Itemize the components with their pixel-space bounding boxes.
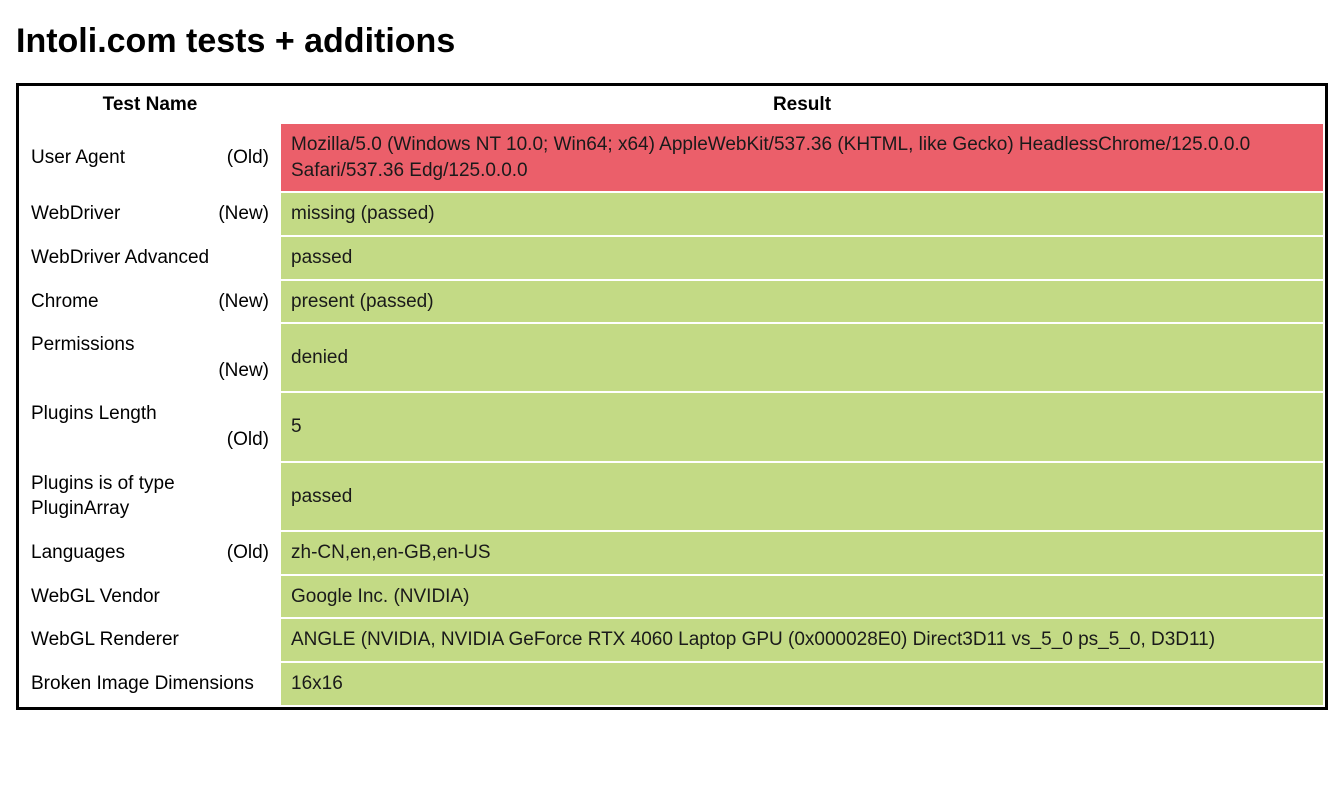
- test-name: WebGL Vendor: [31, 584, 269, 610]
- test-name-cell: Chrome(New): [21, 281, 279, 323]
- test-result-cell: ANGLE (NVIDIA, NVIDIA GeForce RTX 4060 L…: [281, 619, 1323, 661]
- test-name: User Agent: [31, 145, 221, 171]
- table-row: WebDriver Advanced passed: [21, 237, 1323, 279]
- tests-table: Test Name Result User Agent(Old)Mozilla/…: [16, 83, 1328, 710]
- test-name-cell: WebGL Renderer: [21, 619, 279, 661]
- test-tag: (Old): [227, 145, 269, 171]
- test-name: Chrome: [31, 289, 212, 315]
- table-row: Chrome(New)present (passed): [21, 281, 1323, 323]
- test-name-cell: Broken Image Dimensions: [21, 663, 279, 705]
- table-row: WebGL Vendor Google Inc. (NVIDIA): [21, 576, 1323, 618]
- test-tag: (Old): [31, 427, 269, 453]
- test-name: Permissions: [31, 332, 269, 358]
- table-row: Languages(Old)zh-CN,en,en-GB,en-US: [21, 532, 1323, 574]
- test-result-cell: present (passed): [281, 281, 1323, 323]
- table-header-row: Test Name Result: [21, 88, 1323, 122]
- test-name-cell: Languages(Old): [21, 532, 279, 574]
- test-result-cell: passed: [281, 237, 1323, 279]
- test-name: Plugins Length: [31, 401, 269, 427]
- table-row: WebGL Renderer ANGLE (NVIDIA, NVIDIA GeFo…: [21, 619, 1323, 661]
- page-title: Intoli.com tests + additions: [16, 22, 1328, 61]
- table-row: Plugins is of type PluginArraypassed: [21, 463, 1323, 530]
- test-name: WebDriver Advanced: [31, 245, 269, 271]
- test-result-cell: Mozilla/5.0 (Windows NT 10.0; Win64; x64…: [281, 124, 1323, 191]
- test-tag: (Old): [227, 540, 269, 566]
- test-name-cell: User Agent(Old): [21, 124, 279, 191]
- test-name-cell: WebGL Vendor: [21, 576, 279, 618]
- test-result-cell: 5: [281, 393, 1323, 460]
- test-name: Broken Image Dimensions: [31, 671, 269, 697]
- test-name: WebGL Renderer: [31, 627, 269, 653]
- table-row: User Agent(Old)Mozilla/5.0 (Windows NT 1…: [21, 124, 1323, 191]
- test-result-cell: zh-CN,en,en-GB,en-US: [281, 532, 1323, 574]
- col-header-result: Result: [281, 88, 1323, 122]
- test-name-cell: WebDriver Advanced: [21, 237, 279, 279]
- test-name: Languages: [31, 540, 221, 566]
- test-result-cell: missing (passed): [281, 193, 1323, 235]
- test-result-cell: denied: [281, 324, 1323, 391]
- table-row: Permissions(New)denied: [21, 324, 1323, 391]
- test-name: WebDriver: [31, 201, 212, 227]
- test-tag: (New): [31, 358, 269, 384]
- test-name-cell: Plugins Length(Old): [21, 393, 279, 460]
- col-header-name: Test Name: [21, 88, 279, 122]
- test-result-cell: Google Inc. (NVIDIA): [281, 576, 1323, 618]
- test-result-cell: passed: [281, 463, 1323, 530]
- test-name: Plugins is of type PluginArray: [31, 471, 269, 522]
- table-row: WebDriver(New)missing (passed): [21, 193, 1323, 235]
- table-row: Plugins Length(Old)5: [21, 393, 1323, 460]
- test-result-cell: 16x16: [281, 663, 1323, 705]
- test-tag: (New): [218, 201, 269, 227]
- test-name-cell: Plugins is of type PluginArray: [21, 463, 279, 530]
- table-row: Broken Image Dimensions 16x16: [21, 663, 1323, 705]
- test-name-cell: Permissions(New): [21, 324, 279, 391]
- test-name-cell: WebDriver(New): [21, 193, 279, 235]
- test-tag: (New): [218, 289, 269, 315]
